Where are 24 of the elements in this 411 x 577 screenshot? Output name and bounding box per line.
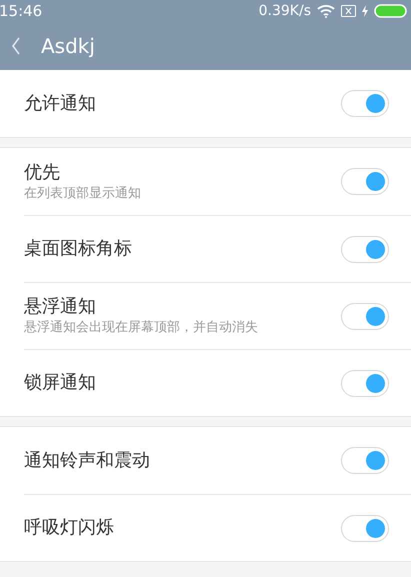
sim-icon — [341, 5, 356, 17]
toggle-switch[interactable] — [341, 168, 389, 195]
setting-label: 呼吸灯闪烁 — [24, 516, 115, 540]
toggle-switch[interactable] — [341, 90, 389, 117]
back-icon[interactable] — [11, 37, 21, 55]
toggle-switch[interactable] — [341, 447, 389, 474]
status-time: 15:46 — [0, 0, 42, 22]
network-speed: 0.39K/s — [258, 2, 311, 20]
setting-label: 悬浮通知 — [24, 295, 97, 319]
battery-icon — [374, 4, 407, 18]
setting-label: 锁屏通知 — [24, 371, 97, 395]
toggle-switch[interactable] — [341, 514, 389, 542]
setting-label: 允许通知 — [24, 92, 97, 116]
setting-label: 优先 — [24, 160, 61, 184]
charging-icon — [362, 5, 368, 17]
setting-label: 桌面图标角标 — [24, 237, 133, 261]
wifi-icon — [317, 4, 335, 18]
toggle-switch[interactable] — [341, 302, 389, 330]
setting-description: 在列表顶部显示通知 — [24, 184, 142, 202]
setting-description: 悬浮通知会出现在屏幕顶部，并自动消失 — [24, 319, 259, 337]
toggle-switch[interactable] — [341, 370, 389, 396]
toggle-switch[interactable] — [341, 236, 389, 262]
setting-label: 通知铃声和震动 — [24, 448, 151, 472]
page-title: Asdkj — [41, 33, 95, 60]
